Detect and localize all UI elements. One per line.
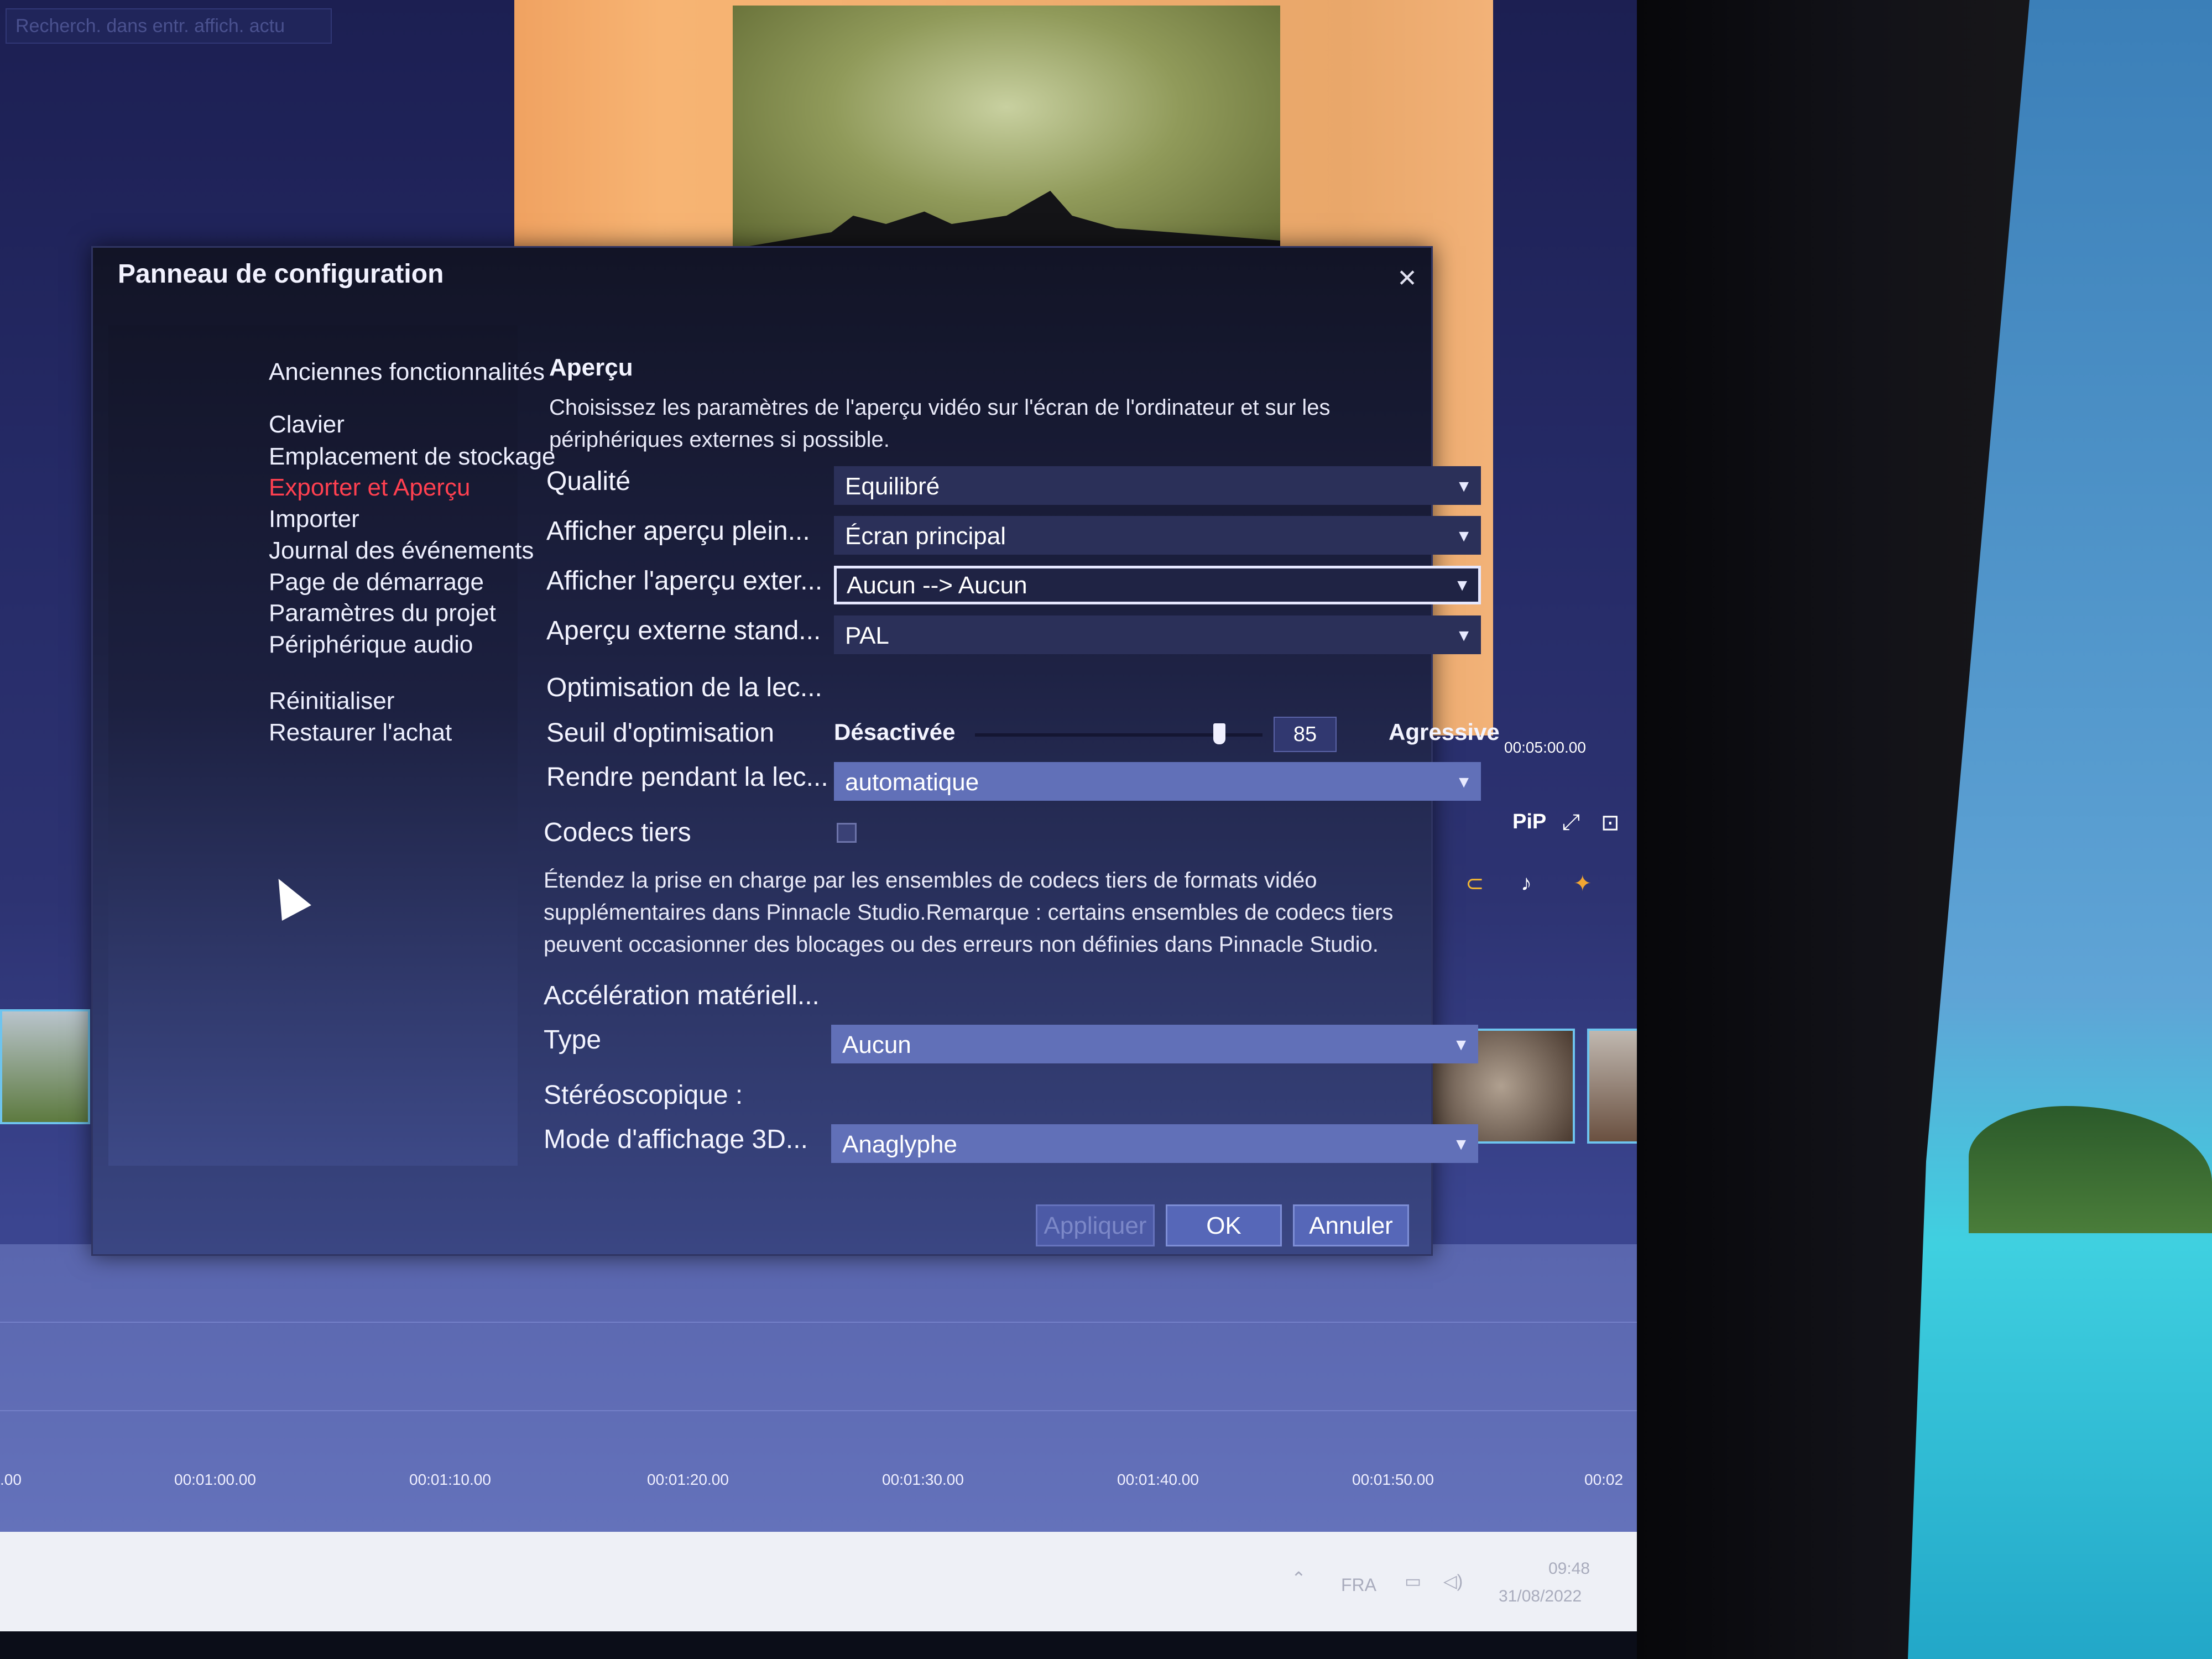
seuil-slider-thumb[interactable] [1213, 723, 1225, 744]
codecs-label: Codecs tiers [544, 818, 691, 847]
apercu-externe-value: PAL [845, 622, 889, 649]
rendre-value: automatique [845, 769, 979, 796]
afficher-plein-label: Afficher aperçu plein... [546, 517, 810, 546]
chevron-down-icon: ▼ [1453, 1036, 1469, 1054]
apercu-externe-dropdown[interactable]: PAL ▼ [834, 615, 1481, 654]
pip-button[interactable]: PiP [1512, 810, 1546, 834]
chevron-down-icon: ▼ [1455, 627, 1472, 645]
magnet-icon[interactable]: ⊂ [1465, 871, 1484, 896]
timeline-tick: 00:01:10.00 [409, 1471, 491, 1488]
section-title: Aperçu [549, 354, 633, 381]
timeline-tick: 00:01:40.00 [1117, 1471, 1199, 1488]
chevron-down-icon: ▼ [1455, 527, 1472, 545]
sidebar-item-restaurer[interactable]: Restaurer l'achat [269, 719, 452, 747]
afficher-plein-value: Écran principal [845, 523, 1006, 550]
search-input[interactable]: Recherch. dans entr. affich. actu [6, 8, 332, 44]
chevron-down-icon: ▼ [1455, 773, 1472, 791]
cancel-button[interactable]: Annuler [1293, 1204, 1409, 1246]
taskbar-date[interactable]: 31/08/2022 [1499, 1587, 1582, 1606]
chevron-down-icon: ▼ [1454, 576, 1470, 594]
afficher-exter-value: Aucun --> Aucun [847, 572, 1027, 599]
optimisation-title: Optimisation de la lec... [546, 673, 822, 702]
sidebar-item-importer[interactable]: Importer [269, 505, 359, 533]
afficher-exter-label: Afficher l'aperçu exter... [546, 566, 823, 596]
timeline[interactable] [0, 1244, 1637, 1537]
track-divider [0, 1322, 1637, 1323]
qualite-dropdown[interactable]: Equilibré ▼ [834, 466, 1481, 505]
codecs-description: Étendez la prise en charge par les ensem… [544, 868, 1394, 957]
fullscreen-icon[interactable]: ⤢ [1562, 810, 1580, 835]
afficher-plein-dropdown[interactable]: Écran principal ▼ [834, 516, 1481, 555]
monitor-screen: Recherch. dans entr. affich. actu 00:05:… [0, 0, 1637, 1631]
chevron-down-icon: ▼ [1453, 1135, 1469, 1154]
seuil-min-label: Désactivée [834, 719, 956, 745]
config-dialog: Panneau de configuration ✕ Anciennes fon… [91, 246, 1500, 1256]
taskbar: ⌃ FRA ▭ ◁) 09:48 31/08/2022 [0, 1532, 1637, 1631]
chevron-up-icon[interactable]: ⌃ [1291, 1568, 1306, 1589]
mode3d-label: Mode d'affichage 3D... [544, 1125, 808, 1154]
apercu-externe-label: Aperçu externe stand... [546, 616, 821, 645]
sidebar-item-demarrage[interactable]: Page de démarrage [269, 568, 484, 596]
audio-icon[interactable]: ♪ [1521, 871, 1532, 896]
timeline-tick: 00:01:00.00 [174, 1471, 256, 1488]
sidebar-item-journal[interactable]: Journal des événements [269, 537, 534, 565]
sidebar-item-audio[interactable]: Périphérique audio [269, 631, 473, 659]
sidebar-item-parametres-projet[interactable]: Paramètres du projet [269, 599, 496, 627]
mode3d-dropdown[interactable]: Anaglyphe ▼ [831, 1124, 1478, 1163]
taskbar-language[interactable]: FRA [1341, 1575, 1376, 1595]
close-icon[interactable]: ✕ [1397, 264, 1417, 293]
sidebar: Anciennes fonctionnalités Clavier Emplac… [108, 325, 556, 1166]
crop-icon[interactable]: ⊡ [1601, 810, 1620, 836]
rendre-dropdown[interactable]: automatique ▼ [834, 762, 1481, 801]
magic-wand-icon[interactable]: ✦ [1573, 871, 1592, 896]
timeline-clip-thumbnail[interactable] [1587, 1029, 1637, 1144]
timeline-tick: 00:01:20.00 [647, 1471, 729, 1488]
chevron-down-icon: ▼ [1455, 477, 1472, 495]
seuil-value-box[interactable]: 85 [1274, 717, 1337, 752]
seuil-label: Seuil d'optimisation [546, 718, 775, 748]
apply-button[interactable]: Appliquer [1036, 1204, 1155, 1246]
seuil-max-label: Agressive [1389, 719, 1500, 745]
dialog-title: Panneau de configuration [118, 259, 444, 289]
timeline-tick: 00:02 [1584, 1471, 1624, 1488]
timeline-tick: .00 [0, 1471, 22, 1488]
rendre-label: Rendre pendant la lec... [546, 763, 828, 792]
sidebar-item-anciennes[interactable]: Anciennes fonctionnalités [269, 358, 545, 386]
sidebar-item-reinitialiser[interactable]: Réinitialiser [269, 687, 394, 715]
stereo-title: Stéréoscopique : [544, 1081, 743, 1110]
sidebar-item-exporter[interactable]: Exporter et Aperçu [269, 474, 470, 502]
timeline-tick: 00:01:30.00 [882, 1471, 964, 1488]
mode3d-value: Anaglyphe [842, 1131, 957, 1158]
taskbar-time[interactable]: 09:48 [1548, 1559, 1590, 1578]
timeline-tick: 00:01:50.00 [1352, 1471, 1434, 1488]
type-dropdown[interactable]: Aucun ▼ [831, 1025, 1478, 1063]
type-label: Type [544, 1025, 602, 1055]
network-icon[interactable]: ▭ [1405, 1571, 1421, 1592]
sidebar-item-emplacement[interactable]: Emplacement de stockage [269, 443, 556, 471]
type-value: Aucun [842, 1031, 911, 1058]
timeline-clip-thumbnail[interactable] [0, 1009, 90, 1124]
track-divider [0, 1410, 1637, 1411]
afficher-exter-dropdown[interactable]: Aucun --> Aucun ▼ [834, 566, 1481, 604]
qualite-value: Equilibré [845, 473, 940, 500]
settings-content: Aperçu Choisissez les paramètres de l'ap… [521, 325, 1500, 1166]
qualite-label: Qualité [546, 467, 631, 496]
ok-button[interactable]: OK [1166, 1204, 1282, 1246]
section-description: Choisissez les paramètres de l'aperçu vi… [549, 395, 1331, 452]
codecs-checkbox[interactable] [837, 823, 857, 843]
acceleration-title: Accélération matériell... [544, 981, 820, 1010]
sidebar-item-clavier[interactable]: Clavier [269, 411, 345, 439]
speaker-icon[interactable]: ◁) [1443, 1571, 1463, 1592]
timecode-display: 00:05:00.00 [1504, 739, 1586, 756]
